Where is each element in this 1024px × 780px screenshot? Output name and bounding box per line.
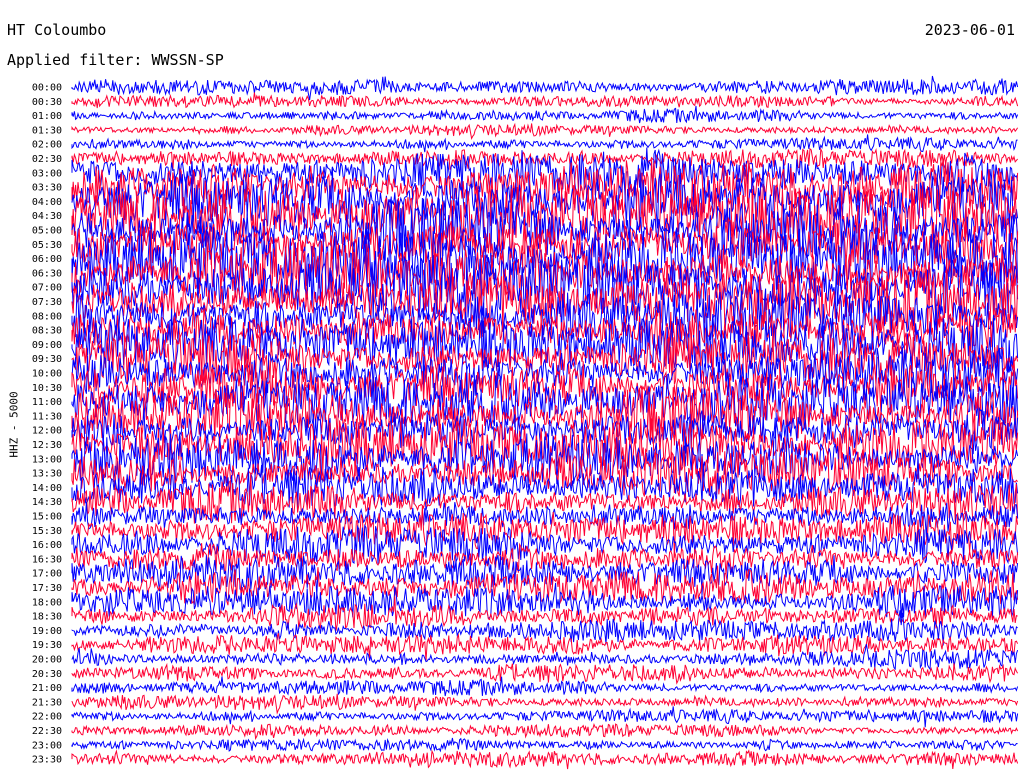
trace-group	[71, 75, 1019, 770]
row-time-label: 18:30	[32, 612, 62, 623]
row-time-label: 00:00	[32, 83, 62, 94]
row-time-label: 08:30	[32, 326, 62, 337]
row-time-label: 07:00	[32, 283, 62, 294]
helicorder-plot: 00:00 00:30 01:00 01:30 02:00 02:30 03:00 03:30…	[32, 75, 1019, 770]
row-time-label: 13:30	[32, 469, 62, 480]
row-time-label: 17:30	[32, 583, 62, 594]
row-time-label: 12:30	[32, 440, 62, 451]
seismic-trace	[71, 676, 1019, 697]
row-time-label: 06:30	[32, 268, 62, 279]
seismic-trace	[71, 737, 1018, 753]
row-time-label: 14:00	[32, 483, 62, 494]
row-time-label: 16:00	[32, 540, 62, 551]
seismic-trace	[71, 706, 1019, 728]
row-time-label: 19:00	[32, 626, 62, 637]
row-time-label: 07:30	[32, 297, 62, 308]
row-time-label: 06:00	[32, 254, 62, 265]
seismic-trace	[71, 610, 1018, 646]
row-time-label: 11:30	[32, 411, 62, 422]
row-time-label: 12:00	[32, 426, 62, 437]
seismic-trace	[71, 662, 1019, 685]
row-time-label: 17:00	[32, 569, 62, 580]
row-time-label: 21:30	[32, 697, 62, 708]
row-time-label: 11:00	[32, 397, 62, 408]
row-time-label: 19:30	[32, 640, 62, 651]
seismic-trace	[71, 693, 1019, 715]
seismic-trace	[71, 722, 1019, 741]
seismic-trace	[71, 596, 1018, 631]
seismic-trace	[71, 92, 1019, 109]
row-time-label: 21:00	[32, 683, 62, 694]
row-time-label: 18:00	[32, 597, 62, 608]
row-time-label: 01:00	[32, 111, 62, 122]
row-time-label: 04:00	[32, 197, 62, 208]
row-time-label: 03:00	[32, 168, 62, 179]
row-time-label: 05:30	[32, 240, 62, 251]
row-time-label: 10:00	[32, 369, 62, 380]
row-time-label: 00:30	[32, 97, 62, 108]
row-time-label: 09:00	[32, 340, 62, 351]
row-time-label: 23:30	[32, 755, 62, 766]
seismic-trace	[71, 105, 1019, 124]
row-time-label: 03:30	[32, 183, 62, 194]
row-time-label: 13:00	[32, 454, 62, 465]
row-time-label: 15:00	[32, 512, 62, 523]
row-time-label: 02:30	[32, 154, 62, 165]
row-time-label: 04:30	[32, 211, 62, 222]
seismic-trace	[71, 122, 1019, 141]
row-time-label: 10:30	[32, 383, 62, 394]
row-time-label: 22:00	[32, 712, 62, 723]
seismic-trace	[71, 75, 1019, 101]
row-time-label: 02:00	[32, 140, 62, 151]
seismic-trace	[71, 749, 1019, 770]
row-time-label: 20:30	[32, 669, 62, 680]
row-time-label: 16:30	[32, 554, 62, 565]
row-time-label: 05:00	[32, 226, 62, 237]
row-time-label: 20:00	[32, 655, 62, 666]
row-time-label: 14:30	[32, 497, 62, 508]
seismic-trace	[71, 582, 1019, 620]
row-time-label: 15:30	[32, 526, 62, 537]
row-time-label: 09:30	[32, 354, 62, 365]
row-time-label: 22:30	[32, 726, 62, 737]
row-time-label: 01:30	[32, 125, 62, 136]
row-time-label: 23:00	[32, 740, 62, 751]
row-time-label: 08:00	[32, 311, 62, 322]
